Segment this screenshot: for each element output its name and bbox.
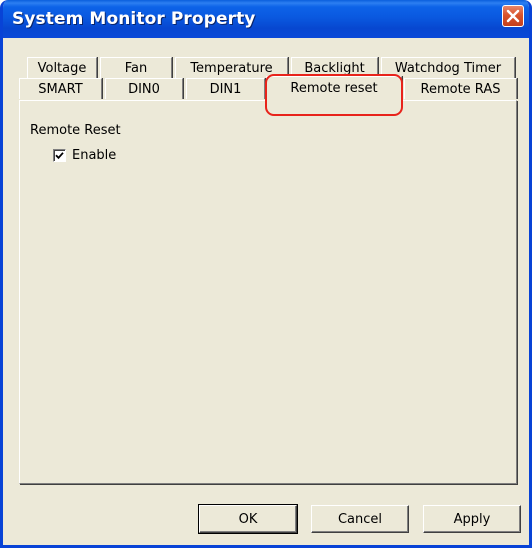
tab-watchdog-timer[interactable]: Watchdog Timer (381, 57, 515, 78)
checkmark-icon (55, 152, 64, 160)
tab-din1[interactable]: DIN1 (186, 78, 265, 99)
enable-checkbox-row[interactable]: Enable (53, 148, 116, 163)
tab-voltage[interactable]: Voltage (27, 57, 97, 78)
tab-din0-label: DIN0 (128, 81, 160, 97)
cancel-button[interactable]: Cancel (311, 505, 409, 533)
window-title: System Monitor Property (12, 9, 256, 29)
close-icon (506, 9, 520, 23)
tab-voltage-label: Voltage (37, 60, 87, 76)
tab-backlight[interactable]: Backlight (291, 57, 378, 78)
enable-checkbox[interactable] (53, 149, 66, 162)
apply-button[interactable]: Apply (423, 505, 521, 533)
ok-button[interactable]: OK (198, 504, 298, 534)
tab-watchdog-timer-label: Watchdog Timer (394, 60, 502, 76)
tab-din0[interactable]: DIN0 (105, 78, 183, 99)
tab-content-panel: Remote Reset Enable (19, 100, 517, 484)
tab-fan[interactable]: Fan (100, 57, 172, 78)
tab-remote-ras-label: Remote RAS (420, 81, 501, 97)
remote-reset-group-label: Remote Reset (30, 123, 121, 138)
enable-checkbox-label: Enable (72, 148, 117, 163)
tab-backlight-label: Backlight (304, 60, 365, 76)
tab-remote-ras[interactable]: Remote RAS (404, 78, 517, 99)
tab-remote-reset-label: Remote reset (290, 81, 378, 96)
cancel-button-label: Cancel (337, 511, 383, 527)
title-bar[interactable]: System Monitor Property (3, 0, 529, 38)
tab-temperature-label: Temperature (190, 60, 273, 76)
tab-smart[interactable]: SMART (19, 78, 102, 99)
system-monitor-property-dialog: System Monitor Property Voltage Fan Temp… (0, 0, 532, 548)
ok-button-label: OK (238, 511, 258, 527)
tab-smart-label: SMART (38, 81, 83, 97)
tab-din1-label: DIN1 (209, 81, 242, 97)
tab-remote-reset[interactable]: Remote reset (266, 76, 402, 104)
apply-button-label: Apply (453, 511, 491, 527)
tab-temperature[interactable]: Temperature (175, 57, 288, 78)
tab-fan-label: Fan (124, 60, 148, 76)
close-button[interactable] (502, 5, 524, 27)
